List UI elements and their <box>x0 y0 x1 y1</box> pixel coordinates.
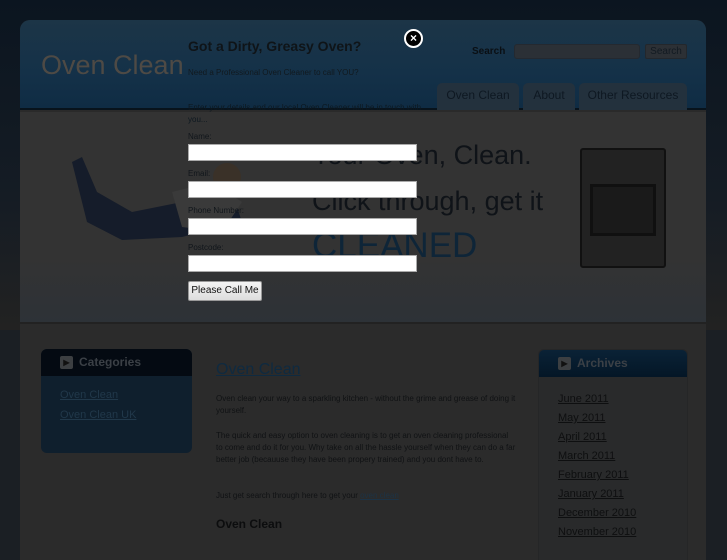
oven-clean-link[interactable]: oven clean <box>360 491 399 500</box>
nav-oven-clean[interactable]: Oven Clean <box>437 83 519 110</box>
phone-label: Phone Number: <box>188 206 245 215</box>
nav-about[interactable]: About <box>523 83 575 110</box>
arrow-right-icon: ▶ <box>60 356 73 369</box>
archive-link[interactable]: December 2010 <box>558 504 687 523</box>
archive-link[interactable]: March 2011 <box>558 447 687 466</box>
post-subheading: Oven Clean <box>216 517 283 531</box>
search-button[interactable]: Search <box>645 44 687 59</box>
name-label: Name: <box>188 132 212 141</box>
postcode-field[interactable] <box>188 255 417 272</box>
category-link[interactable]: Oven Clean <box>60 389 192 401</box>
phone-field[interactable] <box>188 218 417 235</box>
archive-link[interactable]: January 2011 <box>558 485 687 504</box>
post-text: Just get search through here to get your <box>216 491 361 500</box>
arrow-right-icon: ▶ <box>558 357 571 370</box>
categories-title: Categories <box>79 355 142 369</box>
name-field[interactable] <box>188 144 417 161</box>
search-label: Search <box>472 46 506 57</box>
archives-header: ▶ Archives <box>539 350 687 377</box>
post-paragraph: Oven clean your way to a sparkling kitch… <box>216 394 516 415</box>
page-wrapper: Oven Clean Search Search Oven Clean Abou… <box>20 20 706 560</box>
archive-link[interactable]: April 2011 <box>558 428 687 447</box>
archives-title: Archives <box>577 356 628 370</box>
categories-header: ▶ Categories <box>41 349 192 376</box>
modal-title: Got a Dirty, Greasy Oven? <box>188 38 362 54</box>
postcode-label: Postcode: <box>188 243 224 252</box>
oven-image <box>580 148 666 268</box>
email-field[interactable] <box>188 181 417 198</box>
archive-link[interactable]: February 2011 <box>558 466 687 485</box>
archive-link[interactable]: June 2011 <box>558 390 687 409</box>
post-title[interactable]: Oven Clean <box>216 361 301 379</box>
post-paragraph: The quick and easy option to oven cleani… <box>216 431 516 464</box>
modal-subtitle: Need a Professional Oven Cleaner to call… <box>188 68 359 77</box>
search-input[interactable] <box>514 44 640 59</box>
categories-widget: ▶ Categories Oven Clean Oven Clean UK <box>41 349 192 453</box>
main-content: ▶ Categories Oven Clean Oven Clean UK Ove… <box>20 322 706 560</box>
site-header: Oven Clean Search Search Oven Clean Abou… <box>20 20 706 110</box>
email-label: Email: <box>188 169 211 178</box>
archive-link[interactable]: May 2011 <box>558 409 687 428</box>
nav-other-resources[interactable]: Other Resources <box>579 83 687 110</box>
site-logo[interactable]: Oven Clean <box>41 50 184 81</box>
archive-link[interactable]: November 2010 <box>558 523 687 542</box>
category-link[interactable]: Oven Clean UK <box>60 409 192 421</box>
archives-widget: ▶ Archives June 2011 May 2011 April 2011 Mar… <box>538 349 688 560</box>
close-icon[interactable]: × <box>404 29 423 48</box>
please-call-me-button[interactable]: Please Call Me <box>188 281 262 301</box>
modal-intro: Enter your details and our local Oven Cl… <box>188 103 422 124</box>
post-paragraph: Just get search through here to get your… <box>216 490 516 502</box>
